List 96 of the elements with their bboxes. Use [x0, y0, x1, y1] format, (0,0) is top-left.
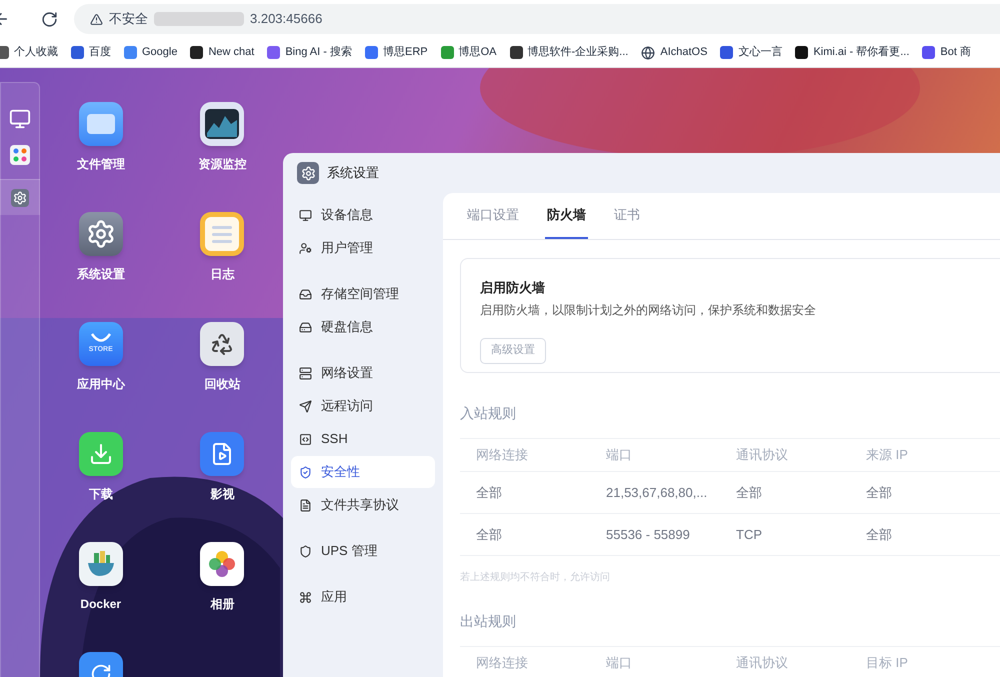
recycle-icon[interactable]: [200, 322, 244, 366]
bookmark-icon: [510, 46, 523, 59]
sidebar-item[interactable]: 存储空间管理: [291, 278, 435, 310]
bookmark[interactable]: Google: [142, 44, 178, 61]
app-label[interactable]: Docker: [80, 595, 122, 613]
bookmark-icon: [124, 46, 137, 59]
sidebar-item[interactable]: 用户管理: [291, 232, 435, 264]
bookmark[interactable]: 文心一言: [738, 44, 782, 61]
column-header: 端口: [606, 447, 632, 462]
command-icon: [299, 590, 312, 604]
bookmark-icon: [795, 46, 808, 59]
column-header: 目标 IP: [866, 655, 908, 670]
chart-icon[interactable]: [200, 102, 244, 146]
bookmark-icon: [267, 46, 280, 59]
bookmark-icon: [922, 46, 936, 59]
warning-icon: [90, 12, 103, 26]
app-label[interactable]: 回收站: [204, 375, 240, 393]
address-text: 3.203:45666: [250, 10, 322, 28]
app-label[interactable]: 影视: [210, 485, 234, 503]
bookmark[interactable]: Kimi.ai - 帮你看更...: [813, 44, 910, 61]
bookmark[interactable]: New chat: [208, 44, 254, 61]
address-bar[interactable]: 不安全 3.203:45666: [74, 4, 1000, 34]
code-icon: [299, 432, 312, 446]
clipboard-icon[interactable]: [200, 212, 244, 256]
bookmark-icon: [440, 46, 454, 59]
table-cell: 全部: [476, 484, 502, 500]
gear-icon: [11, 188, 29, 206]
column-header: 网络连接: [476, 447, 528, 462]
sidebar-item[interactable]: 设备信息: [291, 199, 435, 231]
column-header: 来源 IP: [866, 447, 908, 462]
bookmark-icon: [720, 46, 734, 59]
sidebar-item[interactable]: 文件共享协议: [291, 489, 435, 521]
bookmark[interactable]: 个人收藏: [14, 44, 58, 61]
bookmark[interactable]: 博思软件-企业采购...: [528, 44, 628, 61]
security-label: 不安全: [109, 10, 148, 28]
table-cell: 全部: [476, 526, 502, 542]
sidebar-item[interactable]: 远程访问: [291, 390, 435, 422]
user-icon: [299, 242, 312, 254]
table-cell: 21,53,67,68,80,...: [606, 484, 708, 500]
sidebar-item[interactable]: 应用: [291, 581, 435, 613]
inbox-icon: [299, 288, 312, 300]
section-title: 出站规则: [460, 613, 516, 629]
server-icon: [299, 366, 312, 380]
sidebar-item[interactable]: 安全性: [291, 456, 435, 488]
bookmark-icon: [71, 46, 84, 59]
bookmark[interactable]: AIchatOS: [660, 44, 708, 61]
folder-icon[interactable]: [78, 102, 123, 146]
app-label[interactable]: 日志: [210, 265, 234, 283]
section-title: 入站规则: [460, 405, 516, 421]
column-header: 通讯协议: [736, 655, 788, 670]
whale-icon[interactable]: [78, 542, 123, 586]
sidebar-item[interactable]: 网络设置: [291, 357, 435, 389]
app-label[interactable]: 应用中心: [76, 375, 125, 393]
sidebar-item[interactable]: UPS 管理: [291, 535, 435, 567]
card-title: 启用防火墙: [480, 279, 545, 297]
bookmark[interactable]: 百度: [89, 44, 111, 61]
download-icon[interactable]: [78, 432, 123, 476]
app-label[interactable]: 下载: [88, 485, 113, 503]
app-label[interactable]: 系统设置: [76, 265, 125, 283]
app-label[interactable]: 文件管理: [76, 155, 125, 173]
globe-icon: [641, 46, 656, 60]
table-cell: 全部: [736, 484, 762, 500]
column-header: 通讯协议: [736, 447, 788, 462]
bookmark[interactable]: 博思ERP: [382, 44, 428, 61]
table-cell: 全部: [866, 526, 892, 542]
app-label[interactable]: 资源监控: [198, 155, 246, 173]
monitor-icon: [9, 108, 31, 130]
video-icon[interactable]: [200, 432, 244, 476]
bookmark[interactable]: Bot 商: [940, 44, 971, 61]
bookmark-icon: [364, 46, 378, 59]
card-description: 启用防火墙，以限制计划之外的网络访问，保护系统和数据安全: [480, 302, 816, 318]
app-grid-icon: [10, 145, 30, 165]
shield-check-icon: [299, 466, 312, 478]
monitor-icon: [299, 208, 312, 222]
table-cell: 55536 - 55899: [606, 526, 690, 542]
sidebar-item[interactable]: 硬盘信息: [291, 311, 435, 343]
flower-icon[interactable]: [200, 542, 244, 586]
table-cell: TCP: [736, 526, 762, 542]
gear-icon[interactable]: [78, 212, 123, 256]
sidebar-item[interactable]: SSH: [291, 423, 435, 455]
bookmark[interactable]: 博思OA: [458, 44, 497, 61]
reload-icon[interactable]: [41, 10, 58, 28]
gear-icon: [297, 162, 319, 184]
drive-icon: [299, 320, 312, 334]
bookmark-icon: [190, 46, 204, 59]
send-icon: [299, 400, 312, 412]
app-label[interactable]: 相册: [210, 595, 234, 613]
column-header: 端口: [606, 655, 632, 670]
tab[interactable]: 防火墙: [545, 192, 588, 239]
dock-item[interactable]: [0, 179, 40, 215]
window-title: 系统设置: [327, 164, 379, 182]
table-cell: 全部: [866, 484, 892, 500]
bookmark[interactable]: Bing AI - 搜索: [285, 44, 352, 61]
shield-icon: [299, 544, 312, 558]
column-header: 网络连接: [476, 655, 528, 670]
document-icon: [299, 498, 312, 512]
